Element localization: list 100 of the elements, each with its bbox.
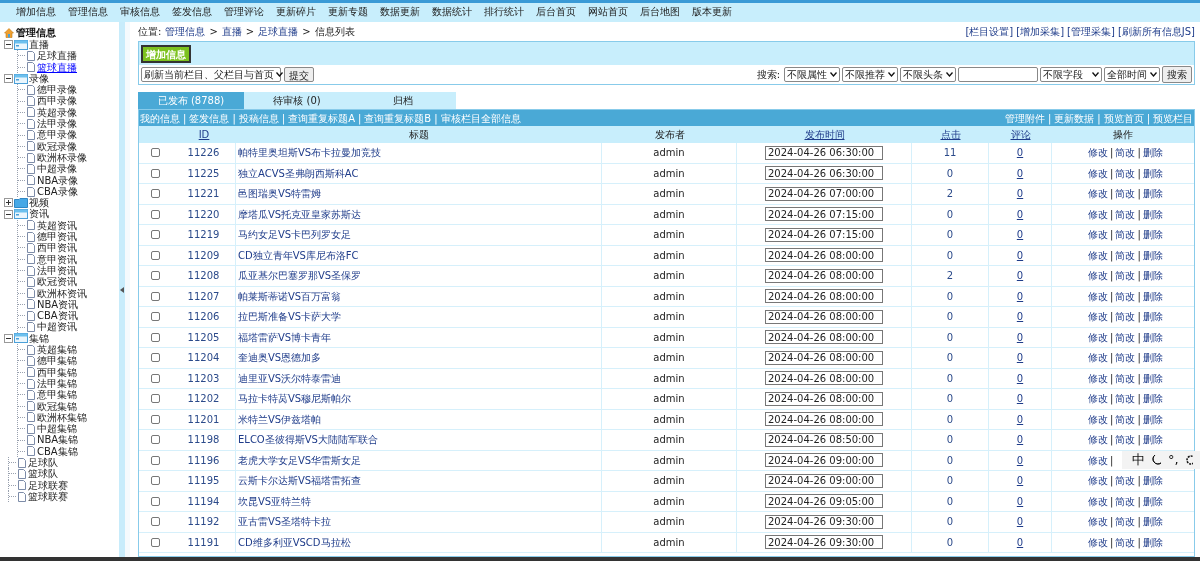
time-field[interactable]: 2024-04-26 07:15:00	[765, 207, 883, 222]
comments-link[interactable]: 0	[1016, 534, 1024, 550]
menu-item[interactable]: 版本更新	[692, 5, 732, 20]
menu-item[interactable]: 后台地图	[640, 5, 680, 20]
action-link[interactable]: 简改	[1115, 432, 1136, 448]
ime-punctuation[interactable]: °,	[1168, 450, 1179, 470]
filter-select[interactable]: 不限头条	[900, 67, 956, 82]
comments-link[interactable]: 0	[1016, 268, 1024, 284]
title-link[interactable]: 米特兰VS伊兹塔帕	[238, 411, 322, 427]
title-link[interactable]: 独立ACVS圣弗朗西斯科AC	[238, 165, 359, 181]
row-checkbox[interactable]	[151, 291, 160, 301]
tree-item[interactable]: 欧洲杯集锦	[37, 411, 87, 424]
time-select[interactable]: 全部时间	[1104, 67, 1160, 82]
menu-item[interactable]: 增加信息	[16, 5, 56, 20]
action-link[interactable]: 简改	[1115, 391, 1136, 407]
action-link[interactable]: 修改	[1088, 391, 1108, 407]
action-link[interactable]: 简改	[1115, 145, 1136, 161]
action-link[interactable]: 简改	[1115, 411, 1136, 427]
menu-item[interactable]: 更新碎片	[276, 5, 316, 20]
title-link[interactable]: 福塔雷萨VS博卡青年	[238, 329, 332, 345]
column-header[interactable]: 发布时间	[804, 127, 845, 142]
action-link[interactable]: 修改	[1088, 309, 1108, 325]
menu-item[interactable]: 审核信息	[120, 5, 160, 20]
title-link[interactable]: 坎昆VS亚特兰特	[238, 493, 312, 509]
title-link[interactable]: 迪里亚VS沃尔特泰雷迪	[238, 370, 342, 386]
action-link[interactable]: 修改	[1088, 493, 1108, 509]
row-checkbox[interactable]	[151, 209, 160, 219]
tree-item[interactable]: 足球队	[28, 457, 58, 469]
menu-item[interactable]: 数据更新	[380, 5, 420, 20]
title-link[interactable]: 马拉卡特莴VS穆尼斯帕尔	[238, 391, 352, 407]
tree-item[interactable]: 足球联赛	[28, 479, 68, 491]
row-checkbox[interactable]	[151, 476, 160, 486]
title-link[interactable]: 云斯卡尔达斯VS福塔雷拓查	[238, 473, 362, 489]
tree-item[interactable]: 篮球队	[28, 468, 58, 480]
tree-item[interactable]: 德甲集锦	[37, 355, 77, 367]
action-link[interactable]: 简改	[1115, 350, 1136, 366]
action-link[interactable]: 简改	[1115, 329, 1136, 345]
action-link[interactable]: 删除	[1142, 391, 1163, 407]
filter-select[interactable]: 不限属性	[784, 67, 840, 82]
time-field[interactable]: 2024-04-26 06:30:00	[765, 166, 883, 181]
tree-item[interactable]: 意甲资讯	[37, 253, 77, 265]
title-link[interactable]: 瓜亚基尔巴塞罗那VS圣保罗	[238, 268, 362, 284]
tree-item[interactable]: CBA资讯	[37, 310, 78, 322]
tab[interactable]: 待审核 (0)	[244, 92, 350, 109]
action-link[interactable]: 简改	[1115, 288, 1136, 304]
row-checkbox[interactable]	[151, 332, 160, 342]
tree-item[interactable]: 西甲资讯	[37, 242, 77, 254]
title-link[interactable]: ELCO圣彼得斯VS大陆陆军联合	[238, 432, 378, 448]
comments-link[interactable]: 0	[1016, 493, 1024, 509]
action-link[interactable]: 修改	[1088, 227, 1108, 243]
comments-link[interactable]: 0	[1016, 350, 1024, 366]
column-header[interactable]: 点击	[940, 127, 961, 142]
row-checkbox[interactable]	[151, 353, 160, 363]
action-link[interactable]: 简改	[1115, 247, 1136, 263]
search-button[interactable]: 搜索	[1162, 66, 1192, 83]
action-link[interactable]: 简改	[1115, 186, 1136, 202]
tree-item[interactable]: 德甲资讯	[37, 231, 77, 243]
tree-item[interactable]: NBA集锦	[37, 434, 79, 446]
action-link[interactable]: 删除	[1142, 145, 1163, 161]
row-checkbox[interactable]	[151, 455, 160, 465]
action-link[interactable]: 简改	[1115, 227, 1136, 243]
action-link[interactable]: 删除	[1142, 227, 1163, 243]
action-link[interactable]: 简改	[1115, 514, 1136, 530]
action-link[interactable]: 删除	[1142, 309, 1163, 325]
tree-item[interactable]: CBA录像	[37, 185, 78, 198]
comments-link[interactable]: 0	[1016, 411, 1024, 427]
expand-toggle[interactable]	[4, 198, 13, 208]
time-field[interactable]: 2024-04-26 08:00:00	[765, 350, 883, 365]
row-checkbox[interactable]	[151, 435, 160, 445]
tree-item[interactable]: 足球直播	[37, 50, 77, 62]
comments-link[interactable]: 0	[1016, 288, 1024, 304]
row-checkbox[interactable]	[151, 496, 160, 506]
comments-link[interactable]: 0	[1016, 514, 1024, 530]
action-link[interactable]: 简改	[1115, 206, 1136, 222]
comments-link[interactable]: 0	[1016, 329, 1024, 345]
tree-item[interactable]: 欧洲杯录像	[37, 151, 87, 164]
tree-item[interactable]: 英超集锦	[37, 344, 77, 356]
comments-link[interactable]: 0	[1016, 391, 1024, 407]
row-checkbox[interactable]	[151, 168, 160, 178]
tree-item[interactable]: 法甲集锦	[37, 377, 77, 390]
action-link[interactable]: 删除	[1142, 432, 1163, 448]
menu-item[interactable]: 后台首页	[536, 5, 576, 20]
time-field[interactable]: 2024-04-26 08:00:00	[765, 268, 883, 283]
tree-folder[interactable]: 资讯	[29, 208, 49, 220]
action-link[interactable]: 简改	[1115, 493, 1136, 509]
tree-item[interactable]: 篮球联赛	[28, 490, 68, 503]
title-link[interactable]: 拉巴斯准备VS卡萨大学	[238, 309, 342, 325]
tree-item[interactable]: 中超资讯	[37, 321, 77, 333]
action-link[interactable]: 删除	[1142, 493, 1163, 509]
action-link[interactable]: 修改	[1088, 473, 1108, 489]
time-field[interactable]: 2024-04-26 08:00:00	[765, 309, 883, 324]
time-field[interactable]: 2024-04-26 09:05:00	[765, 494, 883, 509]
title-link[interactable]: 老虎大学女足VS华雷斯女足	[238, 452, 362, 468]
row-checkbox[interactable]	[151, 394, 160, 404]
menu-item[interactable]: 管理信息	[68, 5, 108, 20]
action-link[interactable]: 修改	[1088, 411, 1108, 427]
time-field[interactable]: 2024-04-26 09:30:00	[765, 535, 883, 550]
collapse-toggle[interactable]	[4, 333, 13, 343]
top-link[interactable]: [刷新所有信息JS]	[1117, 24, 1195, 39]
title-link[interactable]: 奎迪奥VS恩德加多	[238, 350, 322, 366]
